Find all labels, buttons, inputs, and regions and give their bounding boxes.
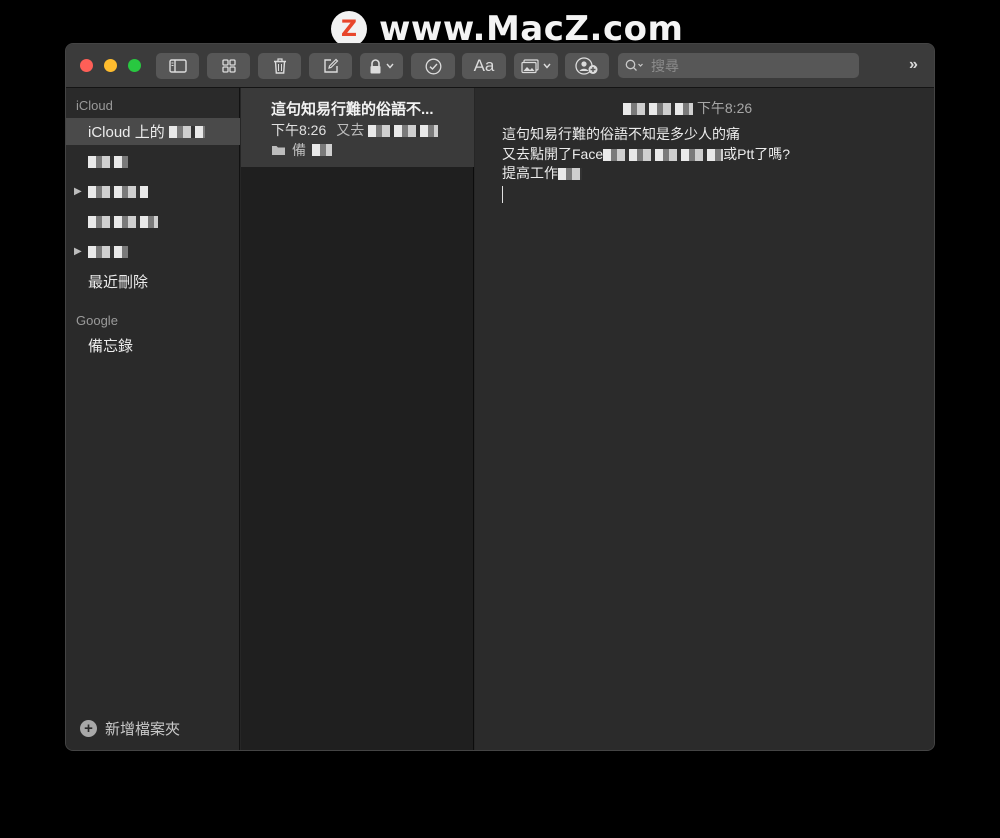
redacted-text [88, 155, 128, 168]
folder-icon [272, 146, 285, 155]
section-title-google: Google [76, 313, 118, 328]
sidebar-item-folder[interactable]: ▶ [66, 238, 240, 265]
sidebar-icon [168, 59, 187, 73]
redacted-text [88, 245, 128, 258]
redacted-text [603, 148, 724, 161]
watermark-text: www.MacZ.com [379, 9, 684, 49]
watermark: Z www.MacZ.com [331, 9, 683, 49]
note-time: 下午8:26 [271, 122, 327, 138]
note-line-3: 提高工作 [502, 164, 790, 184]
redacted-text [368, 125, 439, 138]
redacted-text [88, 185, 148, 198]
search-input[interactable] [649, 56, 843, 75]
close-window-button[interactable] [80, 59, 93, 72]
sidebar-item-recently-deleted[interactable]: 最近刪除 [66, 268, 240, 295]
sidebar-item-label: 備忘錄 [88, 338, 134, 355]
lock-button[interactable] [360, 53, 403, 79]
grid-icon [221, 59, 236, 73]
note-line-2: 又去點開了Face 或Ptt了嗎? [502, 145, 791, 162]
sidebar-item-folder[interactable] [66, 208, 240, 235]
redacted-text [623, 103, 693, 116]
lock-icon [370, 58, 381, 73]
compose-button[interactable] [309, 53, 352, 79]
note-preview: 又去 [336, 122, 365, 138]
note-folder: 備 [271, 140, 332, 160]
sidebar-item-google-notes[interactable]: 備忘錄 [66, 332, 240, 359]
list-item[interactable]: 這句知易行難的俗語不... 下午8:26 又去 備 [241, 88, 474, 167]
compose-icon [323, 58, 338, 73]
toolbar-overflow-button[interactable]: » [909, 56, 918, 74]
media-button[interactable] [514, 53, 558, 79]
toolbar: Aa » [66, 44, 934, 88]
trash-icon [273, 58, 286, 74]
chevron-down-icon [386, 63, 394, 69]
share-button[interactable] [565, 53, 609, 79]
sidebar-item-folder[interactable] [66, 148, 240, 175]
search-icon [625, 59, 643, 71]
redacted-text [88, 215, 158, 228]
redacted-text [312, 144, 332, 156]
sidebar-item-label: iCloud 上的 [88, 124, 165, 141]
new-folder-button[interactable]: + 新增檔案夾 [80, 718, 180, 739]
note-meta: 下午8:26 又去 [271, 120, 439, 140]
folder-sidebar: iCloud iCloud 上的 ▶ ▶ 最近刪除 Google 備忘錄 + 新… [66, 88, 240, 750]
photo-icon [521, 58, 539, 73]
add-person-icon [575, 57, 598, 75]
zoom-window-button[interactable] [128, 59, 141, 72]
note-line: 這句知易行難的俗語不知是多少人的痛 [502, 126, 740, 142]
note-title: 這句知易行難的俗語不... [271, 101, 434, 118]
sidebar-item-folder[interactable]: ▶ [66, 178, 240, 205]
search-field[interactable] [618, 53, 859, 78]
notes-window: Aa » iCloud iCloud 上的 ▶ [66, 44, 934, 750]
macz-logo-icon: Z [331, 11, 367, 47]
note-date-text: 下午8:26 [696, 100, 753, 116]
sidebar-toggle-button[interactable] [156, 53, 199, 79]
note-editor[interactable]: 下午8:26 這句知易行難的俗語不知是多少人的痛 又去點開了Face 或Ptt了嗎… [475, 88, 934, 750]
text-format-icon: Aa [473, 56, 495, 75]
delete-button[interactable] [258, 53, 301, 79]
checkmark-circle-icon [425, 58, 441, 74]
note-body[interactable]: 這句知易行難的俗語不知是多少人的痛 又去點開了Face 或Ptt了嗎? 提高工作 [502, 125, 790, 203]
redacted-text [558, 168, 582, 181]
plus-circle-icon: + [80, 720, 97, 737]
note-date: 下午8:26 [623, 98, 752, 118]
disclosure-triangle-icon[interactable]: ▶ [74, 186, 82, 197]
format-button[interactable]: Aa [462, 53, 506, 79]
note-folder-name: 備 [292, 142, 306, 158]
chevron-down-icon [543, 63, 551, 69]
sidebar-item-label: 最近刪除 [88, 274, 149, 291]
gallery-view-button[interactable] [207, 53, 250, 79]
notes-list: 這句知易行難的俗語不... 下午8:26 又去 備 [241, 88, 474, 750]
new-folder-label: 新增檔案夾 [105, 721, 181, 738]
disclosure-triangle-icon[interactable]: ▶ [74, 246, 82, 257]
section-title-icloud: iCloud [76, 98, 113, 113]
text-caret [502, 185, 503, 203]
redacted-text [168, 125, 205, 138]
minimize-window-button[interactable] [104, 59, 117, 72]
checklist-button[interactable] [411, 53, 455, 79]
sidebar-item-icloud-notes[interactable]: iCloud 上的 [66, 118, 240, 145]
